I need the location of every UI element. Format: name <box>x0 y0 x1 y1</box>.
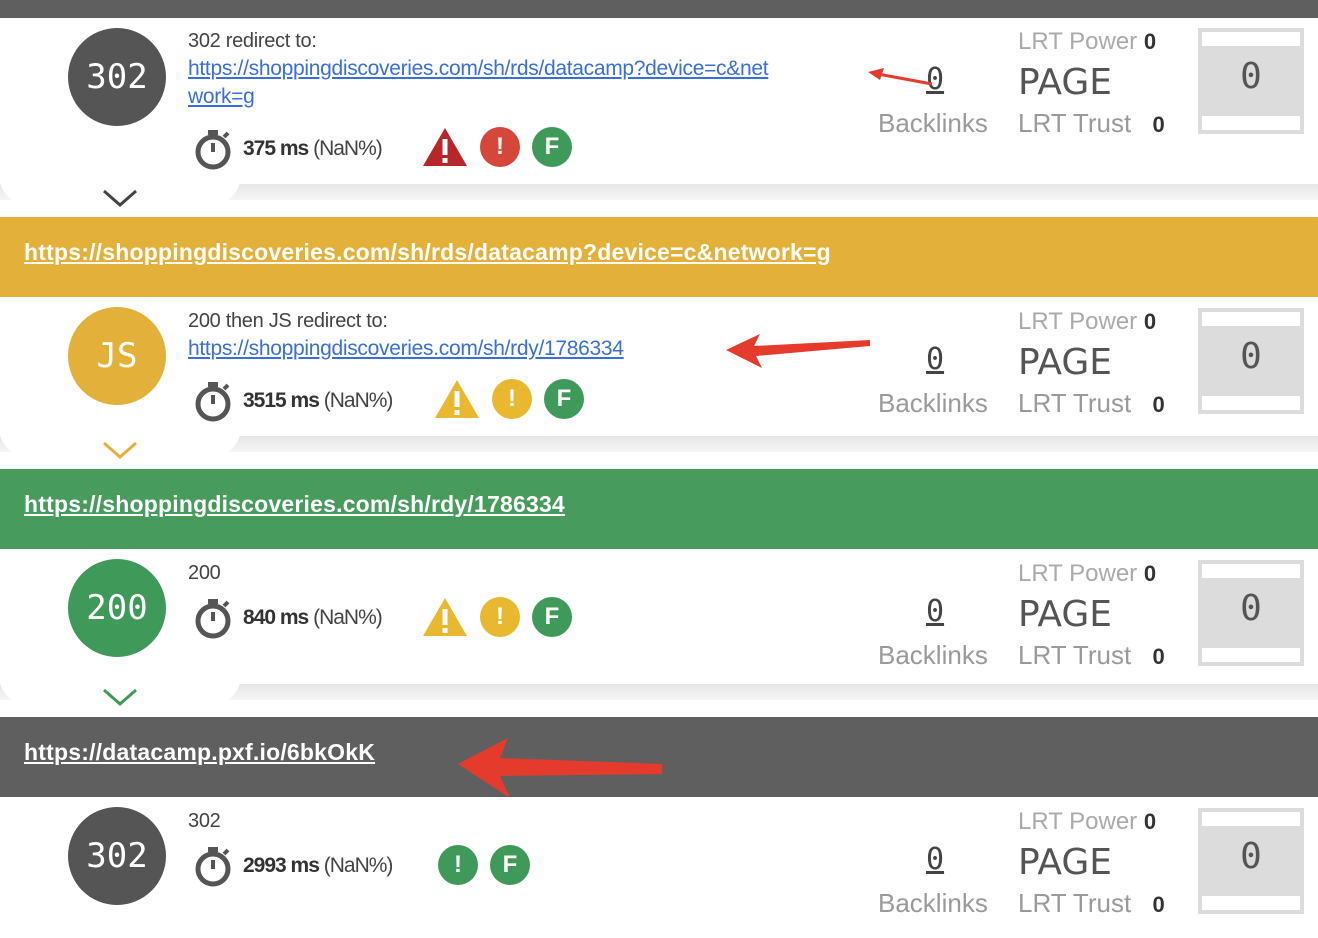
redirect-url-link[interactable]: https://shoppingdiscoveries.com/sh/rds/d… <box>188 55 769 111</box>
page-label: PAGE <box>1018 62 1113 103</box>
f-icon[interactable]: F <box>532 127 572 167</box>
score-gauge: 0 <box>1198 560 1304 666</box>
chevron-down-icon[interactable] <box>100 187 140 211</box>
status-code-circle: 200 <box>68 559 166 657</box>
url-band: https://shoppingdiscoveries.com/sh/rdy/1… <box>0 469 1318 549</box>
backlinks-label: Backlinks <box>878 108 988 138</box>
annotation-arrow <box>726 334 870 368</box>
chevron-down-icon[interactable] <box>100 686 140 710</box>
stopwatch-icon <box>195 599 231 639</box>
score-gauge: 0 <box>1198 28 1304 134</box>
f-icon[interactable]: F <box>532 597 572 637</box>
page-label: PAGE <box>1018 842 1113 883</box>
warning-icon[interactable] <box>422 596 468 638</box>
top-bar <box>0 0 1318 18</box>
issue-badges: ! F <box>438 845 530 885</box>
issue-badges: ! F <box>434 378 584 420</box>
response-time: 2993 ms (NaN%) <box>243 854 393 877</box>
band-url-link[interactable]: https://shoppingdiscoveries.com/sh/rdy/1… <box>24 491 565 518</box>
timing: 375 ms (NaN%) <box>193 128 383 170</box>
timing: 840 ms (NaN%) <box>193 597 383 639</box>
info-icon[interactable]: ! <box>492 379 532 419</box>
url-line-1: https://shoppingdiscoveries.com/sh/rds/d… <box>188 57 769 80</box>
lrt-power: LRT Power 0 <box>1018 308 1157 335</box>
band-url-link[interactable]: https://datacamp.pxf.io/6bkOkK <box>24 739 375 766</box>
backlinks-count[interactable]: 0 <box>926 594 944 629</box>
backlinks-label: Backlinks <box>878 640 988 670</box>
timing: 2993 ms (NaN%) <box>193 845 393 887</box>
score-gauge: 0 <box>1198 808 1304 914</box>
url-line-2: work=g <box>188 85 255 108</box>
status-code-circle: 302 <box>68 28 166 126</box>
annotation-arrow <box>868 68 933 86</box>
page-label: PAGE <box>1018 342 1113 383</box>
f-icon[interactable]: F <box>490 845 530 885</box>
backlinks-count[interactable]: 0 <box>926 342 944 377</box>
timing: 3515 ms (NaN%) <box>193 380 393 422</box>
lrt-trust: LRT Trust 0 <box>1018 388 1165 418</box>
lrt-power: LRT Power 0 <box>1018 28 1157 55</box>
lrt-trust: LRT Trust 0 <box>1018 888 1165 918</box>
f-icon[interactable]: F <box>544 379 584 419</box>
warning-icon[interactable] <box>434 378 480 420</box>
redirect-url-link[interactable]: https://shoppingdiscoveries.com/sh/rdy/1… <box>188 335 624 363</box>
response-time: 375 ms (NaN%) <box>243 137 383 160</box>
lrt-trust: LRT Trust 0 <box>1018 640 1165 670</box>
lrt-power: LRT Power 0 <box>1018 560 1157 587</box>
backlinks-count[interactable]: 0 <box>926 842 944 877</box>
lrt-power: LRT Power 0 <box>1018 808 1157 835</box>
stopwatch-icon <box>195 130 231 170</box>
status-text: 302 redirect to: <box>188 30 317 52</box>
stopwatch-icon <box>195 847 231 887</box>
band-url-link[interactable]: https://shoppingdiscoveries.com/sh/rds/d… <box>24 239 831 266</box>
chevron-down-icon[interactable] <box>100 439 140 463</box>
status-text: 200 then JS redirect to: <box>188 310 388 332</box>
issue-badges: ! F <box>422 596 572 638</box>
stopwatch-icon <box>195 382 231 422</box>
backlinks-label: Backlinks <box>878 388 988 418</box>
info-icon[interactable]: ! <box>480 597 520 637</box>
issue-badges: ! F <box>422 126 572 168</box>
annotation-arrow <box>458 738 662 798</box>
url-band: https://shoppingdiscoveries.com/sh/rds/d… <box>0 217 1318 297</box>
status-code-circle: JS <box>68 307 166 405</box>
info-icon[interactable]: ! <box>438 845 478 885</box>
status-code-circle: 302 <box>68 807 166 905</box>
page-label: PAGE <box>1018 594 1113 635</box>
backlinks-label: Backlinks <box>878 888 988 918</box>
score-gauge: 0 <box>1198 308 1304 414</box>
status-text: 302 <box>188 810 221 832</box>
lrt-trust: LRT Trust 0 <box>1018 108 1165 138</box>
info-icon[interactable]: ! <box>480 127 520 167</box>
status-text: 200 <box>188 562 221 584</box>
response-time: 3515 ms (NaN%) <box>243 389 393 412</box>
response-time: 840 ms (NaN%) <box>243 606 383 629</box>
warning-icon[interactable] <box>422 126 468 168</box>
